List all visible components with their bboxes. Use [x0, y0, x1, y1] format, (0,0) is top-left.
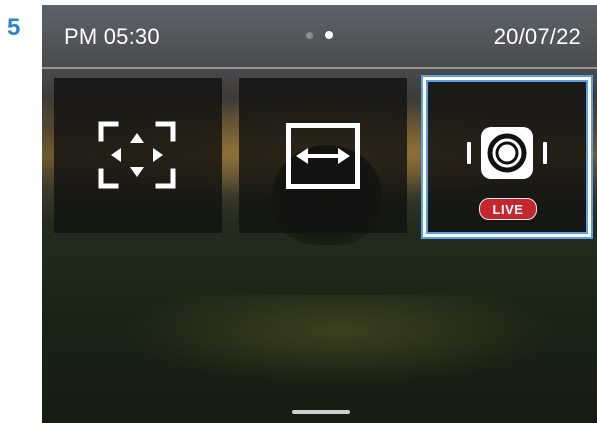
background-field — [122, 295, 557, 385]
double-arrow-icon — [286, 123, 360, 189]
frame-arrows-icon — [98, 121, 176, 189]
camera-live-icon — [464, 118, 550, 190]
page-indicator — [306, 31, 333, 39]
mode-tile-live-camera[interactable]: LIVE — [423, 77, 591, 237]
page-dot-2-active[interactable] — [325, 31, 333, 39]
status-divider — [42, 67, 597, 69]
live-badge: LIVE — [479, 198, 537, 220]
date: 20/07/22 — [493, 24, 581, 49]
home-indicator[interactable] — [292, 410, 350, 414]
mode-tile-frame-adjust[interactable] — [54, 78, 222, 233]
step-number: 5 — [7, 14, 21, 41]
page-dot-1[interactable] — [306, 31, 313, 39]
clock-time: PM 05:30 — [64, 24, 160, 49]
mode-tile-horizontal-fit[interactable] — [239, 78, 407, 233]
device-screen: PM 05:30 20/07/22 LIVE — [42, 5, 597, 423]
status-bar: PM 05:30 20/07/22 — [42, 5, 597, 67]
